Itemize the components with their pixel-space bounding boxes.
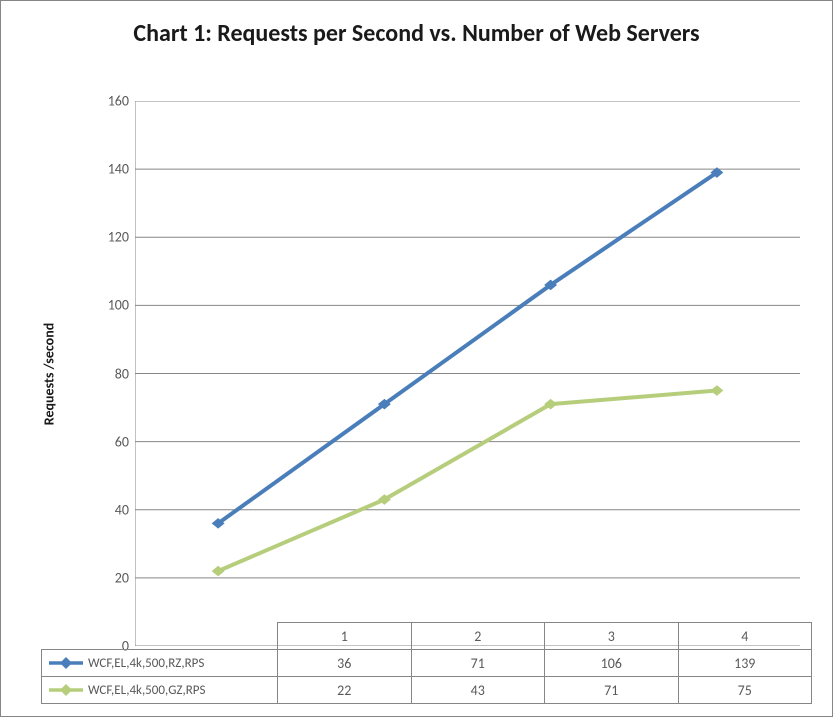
data-cell: 71 [411,650,545,677]
y-tick-label: 40 [115,501,135,518]
data-cell: 139 [678,650,812,677]
y-tick-label: 160 [108,93,135,110]
data-cell: 71 [545,677,679,704]
chart-svg [135,101,800,646]
y-axis-label: Requests /second [41,322,58,424]
data-cell: 22 [278,677,412,704]
legend-swatch [48,656,84,670]
y-tick-label: 80 [115,365,135,382]
y-tick-label: 120 [108,229,135,246]
chart-title: Chart 1: Requests per Second vs. Number … [1,1,832,57]
data-cell: 43 [411,677,545,704]
legend-swatch [48,683,84,697]
data-cell: 106 [545,650,679,677]
legend-label: WCF,EL,4k,500,GZ,RPS [88,683,205,698]
category-header: 4 [678,623,812,650]
data-table: 1234WCF,EL,4k,500,RZ,RPS3671106139WCF,EL… [41,622,812,704]
y-tick-label: 100 [108,297,135,314]
data-cell: 36 [278,650,412,677]
plot-wrap: Requests /second 020406080100120140160 [41,101,812,646]
table-corner [42,623,278,650]
y-tick-label: 60 [115,433,135,450]
category-header: 1 [278,623,412,650]
category-header: 2 [411,623,545,650]
y-tick-label: 140 [108,161,135,178]
legend-cell: WCF,EL,4k,500,GZ,RPS [42,677,278,704]
category-header: 3 [545,623,679,650]
legend-label: WCF,EL,4k,500,RZ,RPS [88,656,204,671]
y-tick-label: 20 [115,569,135,586]
legend-data-table: 1234WCF,EL,4k,500,RZ,RPS3671106139WCF,EL… [41,622,812,704]
chart-container: Chart 1: Requests per Second vs. Number … [0,0,833,717]
plot-area: 020406080100120140160 [135,101,800,646]
legend-cell: WCF,EL,4k,500,RZ,RPS [42,650,278,677]
data-cell: 75 [678,677,812,704]
